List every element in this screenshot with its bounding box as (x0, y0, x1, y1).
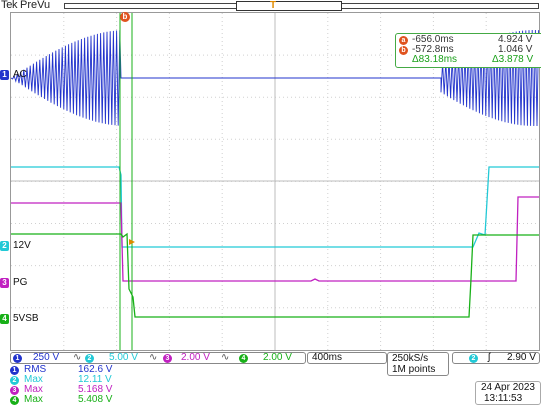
meas3-badge: 3 (10, 386, 19, 395)
cursor-delta-volt: Δ3.878 V (492, 54, 534, 65)
ch2-marker[interactable]: 2 (0, 241, 9, 251)
ch3-marker[interactable]: 3 (0, 278, 9, 288)
acquisition-mode: PreVu (20, 0, 51, 11)
scale-ch2-badge: 2 (85, 354, 94, 363)
measurement-row: 3 Max 5.168 V (10, 384, 306, 395)
top-status-bar: Tek PreVu T (0, 0, 541, 12)
scale-ch4-badge: 4 (239, 354, 248, 363)
coupling-ac-icon: ∿ (73, 352, 82, 363)
ch4-label: 5VSB (13, 313, 39, 324)
cursor-delta-time: Δ83.18ms (412, 54, 458, 65)
trigger-level: 2.90 V (507, 352, 536, 363)
datetime-box: 24 Apr 2023 13:11:53 (475, 381, 541, 405)
cursor-readout: a -656.0ms 4.924 V b -572.8ms 1.046 V Δ8… (395, 33, 541, 68)
trigger-source-badge: 2 (469, 354, 478, 363)
timebase-readout[interactable]: 400ms (307, 352, 387, 364)
scale-ch4-value: 2.00 V (263, 352, 292, 363)
brand-text: Tek (1, 0, 18, 11)
meas4-name: Max (24, 394, 43, 405)
meas4-value: 5.408 V (78, 394, 113, 405)
ch4-marker[interactable]: 4 (0, 314, 9, 324)
scale-ch2-value: 5.00 V (109, 352, 138, 363)
acquisition-readout[interactable]: 250kS/s 1M points (387, 352, 449, 376)
time-text: 13:11:53 (484, 393, 523, 404)
measurement-row: 4 Max 5.408 V (10, 394, 306, 405)
trigger-readout[interactable]: 2 ʃ 2.90 V (452, 352, 540, 364)
meas4-badge: 4 (10, 396, 19, 405)
ch1-marker[interactable]: 1 (0, 70, 9, 80)
coupling-ac-icon: ∿ (221, 352, 230, 363)
bottom-panel: 1 250 V ∿ 2 5.00 V ∿ 3 2.00 V ∿ 4 2.00 V… (0, 351, 541, 406)
ch1-label: AC (13, 69, 27, 80)
cursor-delta-row: Δ83.18ms Δ3.878 V (396, 54, 541, 66)
coupling-ac-icon: ∿ (149, 352, 158, 363)
meas1-badge: 1 (10, 366, 19, 375)
record-length: 1M points (392, 364, 436, 375)
measurement-panel: 1 RMS 162.6 V 2 Max 12.11 V 3 Max 5.168 … (10, 364, 306, 405)
ch2-label: 12V (13, 240, 31, 251)
date-text: 24 Apr 2023 (481, 382, 535, 393)
sample-rate: 250kS/s (392, 353, 429, 364)
cursor-a-badge: a (399, 36, 408, 45)
record-view-window[interactable] (236, 1, 342, 11)
timebase-value: 400ms (312, 352, 343, 363)
scale-ch1-badge: 1 (13, 354, 22, 363)
brand-logo: Tek (1, 0, 18, 11)
waveform-display[interactable]: a -656.0ms 4.924 V b -572.8ms 1.046 V Δ8… (10, 12, 541, 351)
scale-ch1-value: 250 V (33, 352, 60, 363)
ch3-label: PG (13, 277, 28, 288)
scale-ch3-value: 2.00 V (181, 352, 210, 363)
trigger-position-marker[interactable]: T (270, 0, 276, 12)
measurement-row: 1 RMS 162.6 V (10, 364, 306, 375)
cursor-b-badge: b (399, 46, 408, 55)
measurement-row: 2 Max 12.11 V (10, 374, 306, 385)
meas2-badge: 2 (10, 376, 19, 385)
vertical-scales[interactable]: 1 250 V ∿ 2 5.00 V ∿ 3 2.00 V ∿ 4 2.00 V (10, 352, 306, 364)
cursor-b-flag[interactable]: b (120, 12, 130, 22)
scale-ch3-badge: 3 (163, 354, 172, 363)
trigger-slope-icon: ʃ (488, 352, 491, 363)
